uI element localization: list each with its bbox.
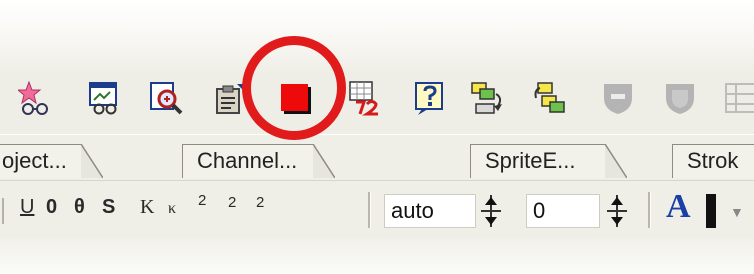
format-bar-grip xyxy=(2,198,12,224)
spacing-field[interactable]: 0 xyxy=(526,194,600,228)
window-bottom-area xyxy=(0,238,754,274)
panel-tabs-bar xyxy=(0,134,754,181)
chevron-down-icon[interactable]: ▼ xyxy=(730,204,744,220)
tab-channel[interactable]: Channel... xyxy=(182,144,314,178)
shield-gray-2-icon[interactable] xyxy=(662,80,698,116)
super-sub-button[interactable]: 2 xyxy=(228,194,236,211)
tab-object-edge xyxy=(81,144,103,178)
tab-stroke-label: Strok xyxy=(687,148,739,173)
find-zoom-icon[interactable] xyxy=(148,80,184,116)
tab-stroke[interactable]: Strok xyxy=(672,144,754,178)
font-button[interactable]: A xyxy=(666,188,691,226)
tab-object[interactable]: oject... xyxy=(0,144,82,178)
highlight-circle xyxy=(242,36,346,140)
small-kerning-button[interactable]: κ xyxy=(168,200,176,218)
format-separator-2 xyxy=(648,192,651,228)
shield-gray-icon[interactable] xyxy=(600,80,636,116)
cast-members-icon[interactable] xyxy=(18,80,54,116)
copy-sprites-icon[interactable] xyxy=(470,80,506,116)
window-top-area xyxy=(0,0,754,72)
text-color-swatch[interactable] xyxy=(706,194,716,228)
grid-icon[interactable] xyxy=(724,80,754,116)
tab-sprite-editor[interactable]: SpriteE... xyxy=(470,144,606,178)
underline-button[interactable]: U xyxy=(20,196,34,219)
size-stepper[interactable] xyxy=(480,193,502,229)
tab-sprite-editor-edge xyxy=(605,144,627,178)
superscript-button[interactable]: 2 xyxy=(198,192,206,209)
outline-style-button[interactable]: 0 xyxy=(46,196,57,219)
format-separator-1 xyxy=(368,192,371,228)
help-question-icon[interactable] xyxy=(412,80,448,116)
kerning-button[interactable]: K xyxy=(140,196,154,219)
frame-number-icon[interactable] xyxy=(348,80,384,116)
size-field-value: auto xyxy=(391,198,434,223)
preview-window-icon[interactable] xyxy=(86,80,122,116)
spacing-stepper[interactable] xyxy=(606,193,628,229)
shadow-style-button[interactable]: S xyxy=(102,196,115,219)
tab-channel-label: Channel... xyxy=(197,148,298,173)
theta-style-button[interactable]: θ xyxy=(74,196,85,219)
size-field[interactable]: auto xyxy=(384,194,476,228)
tab-object-label: oject... xyxy=(2,148,67,173)
tab-channel-edge xyxy=(313,144,335,178)
tab-sprite-editor-label: SpriteE... xyxy=(485,148,576,173)
subscript-button[interactable]: 2 xyxy=(256,194,264,211)
paste-sprites-icon[interactable] xyxy=(532,80,568,116)
spacing-field-value: 0 xyxy=(533,198,546,223)
